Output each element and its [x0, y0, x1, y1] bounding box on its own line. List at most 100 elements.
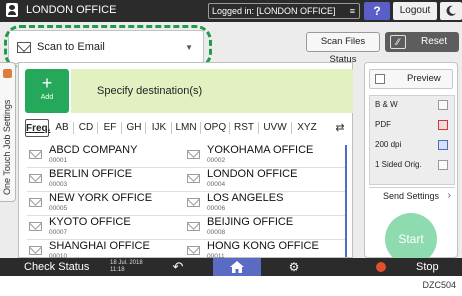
email-icon [29, 198, 42, 207]
destination-item[interactable]: BERLIN OFFICE 00003 [25, 168, 185, 191]
index-tab-freq[interactable]: Freq. [25, 119, 50, 137]
destination-name: BERLIN OFFICE [49, 168, 133, 180]
plus-icon: + [41, 73, 53, 93]
destination-name: SHANGHAI OFFICE [49, 240, 150, 252]
resolution-icon [438, 140, 448, 150]
index-tab-gh[interactable]: GH [125, 119, 143, 137]
destination-number: 00003 [49, 181, 68, 188]
top-status-bar: LONDON OFFICE Logged in: [LONDON OFFICE]… [0, 0, 462, 22]
login-status[interactable]: Logged in: [LONDON OFFICE] ≡ [208, 3, 360, 19]
stop-label: Stop [416, 261, 439, 273]
destination-item[interactable]: LOS ANGELES 00006 [183, 192, 343, 215]
destination-number: 00005 [49, 205, 68, 212]
date-text: 18 Jul. 2018 [110, 260, 143, 266]
index-separator [171, 122, 172, 134]
destination-name: BEIJING OFFICE [207, 216, 294, 228]
color-mode-icon [438, 100, 448, 110]
energy-saver-button[interactable] [440, 2, 462, 20]
index-tabs: Freq. AB CD EF GH IJK LMN OPQ RST UVW XY… [25, 119, 351, 137]
add-destination-button[interactable]: + Add [25, 69, 69, 113]
destination-panel: + Add Specify destination(s) Freq. AB CD… [18, 62, 353, 260]
one-touch-job-settings-tab[interactable]: One Touch Job Settings [0, 62, 16, 202]
destination-number: 00008 [207, 229, 226, 236]
reset-button[interactable]: ⁄⁄ Reset [385, 32, 459, 52]
email-icon [17, 42, 31, 53]
index-tab-rst[interactable]: RST [232, 119, 256, 137]
help-button[interactable]: ? [364, 2, 390, 20]
resolution-setting: 200 dpi [375, 140, 402, 149]
destination-name: ABCD COMPANY [49, 144, 138, 156]
index-separator [229, 122, 230, 134]
app-selector-dropdown[interactable]: Scan to Email ▼ [8, 30, 204, 64]
destination-item[interactable]: LONDON OFFICE 00004 [183, 168, 343, 191]
destination-number: 00004 [207, 181, 226, 188]
index-tab-opq[interactable]: OPQ [203, 119, 227, 137]
index-tab-uvw[interactable]: UVW [261, 119, 289, 137]
date-time: 18 Jul. 2018 11:18 [110, 260, 143, 274]
index-separator [73, 122, 74, 134]
side-tab-label: One Touch Job Settings [2, 99, 12, 195]
email-icon [29, 222, 42, 231]
reset-label: Reset [421, 36, 448, 47]
stop-button[interactable]: Stop [370, 258, 462, 276]
destination-name: LONDON OFFICE [207, 168, 298, 180]
email-icon [187, 198, 200, 207]
email-icon [29, 174, 42, 183]
destination-number: 00001 [49, 157, 68, 164]
destination-name: KYOTO OFFICE [49, 216, 131, 228]
preview-toggle[interactable]: Preview [369, 69, 453, 89]
job-settings-icon [3, 69, 12, 78]
scan-files-status-button[interactable]: Scan Files Status [306, 32, 380, 65]
color-setting: B & W [375, 100, 398, 109]
destination-item[interactable]: BEIJING OFFICE 00008 [183, 216, 343, 239]
add-label: Add [40, 94, 54, 101]
destination-name: NEW YORK OFFICE [49, 192, 153, 204]
app-title: Scan to Email [37, 41, 105, 53]
original-type-icon [438, 160, 448, 170]
bottom-bar: Check Status 18 Jul. 2018 11:18 ↶ ⚙ Stop [0, 258, 462, 276]
login-status-text: Logged in: [LONDON OFFICE] [212, 6, 336, 16]
preview-checkbox[interactable] [375, 74, 385, 84]
user-name: LONDON OFFICE [26, 4, 117, 16]
destination-item[interactable]: KYOTO OFFICE 00007 [25, 216, 185, 239]
destination-item[interactable]: ABCD COMPANY 00001 [25, 144, 185, 167]
back-button[interactable]: ↶ [168, 258, 188, 276]
logout-button[interactable]: Logout [393, 2, 437, 20]
reset-icon: ⁄⁄ [390, 35, 406, 49]
email-icon [187, 174, 200, 183]
index-tab-ijk[interactable]: IJK [149, 119, 169, 137]
destination-name: YOKOHAMA OFFICE [207, 144, 314, 156]
home-icon [230, 261, 244, 273]
switch-view-icon[interactable]: ⇄ [331, 119, 349, 137]
destination-number: 00007 [49, 229, 68, 236]
destination-name: LOS ANGELES [207, 192, 284, 204]
time-text: 11:18 [110, 267, 125, 273]
destination-item[interactable]: YOKOHAMA OFFICE 00002 [183, 144, 343, 167]
gear-icon[interactable]: ⚙ [286, 258, 302, 276]
email-icon [187, 150, 200, 159]
check-status-button[interactable]: Check Status [0, 258, 102, 276]
index-tab-cd[interactable]: CD [77, 119, 95, 137]
index-tab-ef[interactable]: EF [101, 119, 119, 137]
specify-destination-field[interactable]: Specify destination(s) [71, 69, 353, 113]
scan-settings-summary[interactable]: B & W PDF 200 dpi 1 Sided Orig. [369, 95, 455, 185]
stop-icon [376, 262, 386, 272]
file-type-setting: PDF [375, 120, 391, 129]
index-tab-lmn[interactable]: LMN [174, 119, 198, 137]
email-icon [29, 150, 42, 159]
list-scrollbar[interactable] [345, 145, 347, 257]
email-icon [187, 222, 200, 231]
index-separator [258, 122, 259, 134]
index-separator [97, 122, 98, 134]
chevron-right-icon: › [447, 190, 451, 201]
index-tab-xyz[interactable]: XYZ [294, 119, 320, 137]
destination-name: HONG KONG OFFICE [207, 240, 319, 252]
destination-item[interactable]: NEW YORK OFFICE 00005 [25, 192, 185, 215]
main-area: Scan to Email ▼ Scan Files Status ⁄⁄ Res… [0, 22, 462, 265]
pdf-icon [438, 120, 448, 130]
send-settings-button[interactable]: Send Settings › [369, 187, 455, 205]
original-setting: 1 Sided Orig. [375, 160, 422, 169]
email-icon [29, 246, 42, 255]
home-button[interactable] [213, 258, 261, 276]
index-tab-ab[interactable]: AB [53, 119, 71, 137]
